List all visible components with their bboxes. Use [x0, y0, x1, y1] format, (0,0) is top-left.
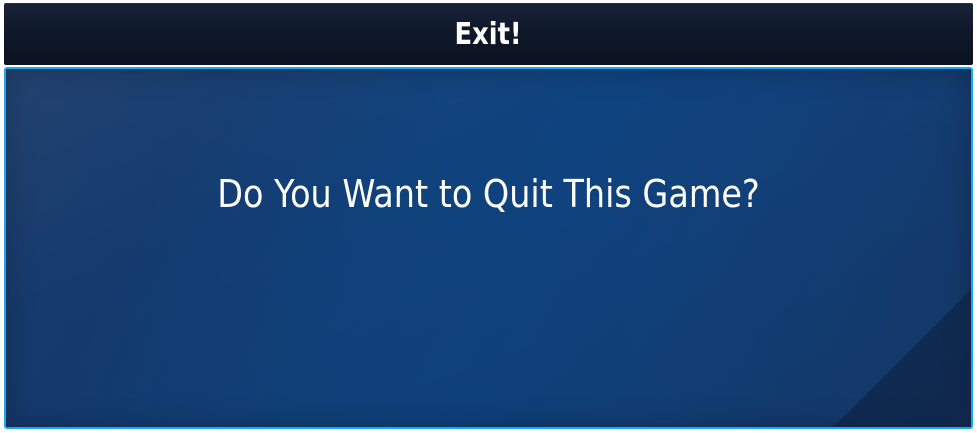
dialog-title: Exit! [454, 17, 523, 52]
exit-dialog: Exit! Do You Want to Quit This Game? [0, 0, 977, 433]
dialog-body: Do You Want to Quit This Game? [4, 67, 973, 429]
corner-decoration [831, 291, 971, 427]
quit-confirmation-message: Do You Want to Quit This Game? [217, 172, 760, 216]
dialog-title-bar: Exit! [4, 3, 973, 65]
